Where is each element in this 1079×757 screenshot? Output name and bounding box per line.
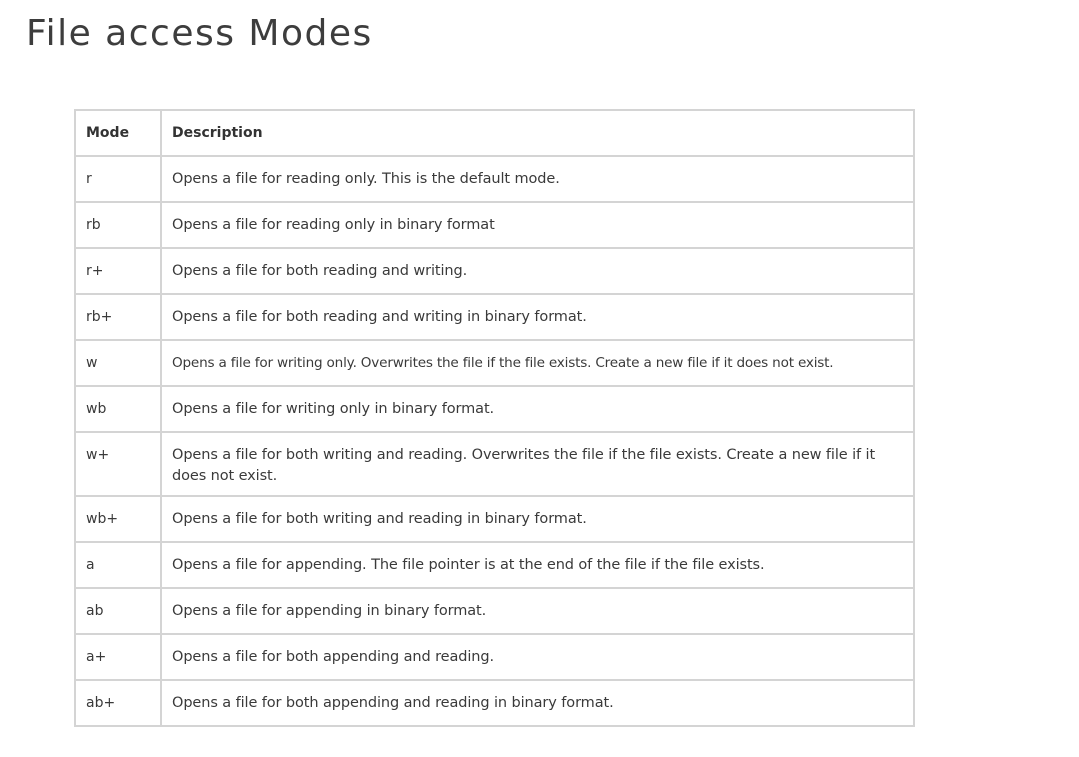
description-cell: Opens a file for both appending and read… xyxy=(160,633,915,681)
table-row: ab Opens a file for appending in binary … xyxy=(74,587,915,635)
description-cell: Opens a file for appending in binary for… xyxy=(160,587,915,635)
description-cell: Opens a file for appending. The file poi… xyxy=(160,541,915,589)
table-header-row: Mode Description xyxy=(74,109,915,157)
mode-cell: w xyxy=(74,339,162,387)
table-row: ab+ Opens a file for both appending and … xyxy=(74,679,915,727)
table-row: w+ Opens a file for both writing and rea… xyxy=(74,431,915,497)
mode-cell: ab+ xyxy=(74,679,162,727)
description-cell: Opens a file for both reading and writin… xyxy=(160,247,915,295)
file-modes-table: Mode Description r Opens a file for read… xyxy=(74,109,915,727)
mode-column-header: Mode xyxy=(74,109,162,157)
mode-cell: wb+ xyxy=(74,495,162,543)
description-cell: Opens a file for both writing and readin… xyxy=(160,431,915,497)
description-column-header: Description xyxy=(160,109,915,157)
table-row: rb+ Opens a file for both reading and wr… xyxy=(74,293,915,341)
mode-cell: r+ xyxy=(74,247,162,295)
table-row: wb Opens a file for writing only in bina… xyxy=(74,385,915,433)
table-row: r+ Opens a file for both reading and wri… xyxy=(74,247,915,295)
mode-cell: ab xyxy=(74,587,162,635)
mode-cell: a xyxy=(74,541,162,589)
table-row: wb+ Opens a file for both writing and re… xyxy=(74,495,915,543)
description-cell: Opens a file for both reading and writin… xyxy=(160,293,915,341)
description-cell: Opens a file for writing only in binary … xyxy=(160,385,915,433)
description-cell: Opens a file for both writing and readin… xyxy=(160,495,915,543)
mode-cell: a+ xyxy=(74,633,162,681)
table-row: w Opens a file for writing only. Overwri… xyxy=(74,339,915,387)
description-cell: Opens a file for both appending and read… xyxy=(160,679,915,727)
table-row: r Opens a file for reading only. This is… xyxy=(74,155,915,203)
description-cell: Opens a file for reading only. This is t… xyxy=(160,155,915,203)
table-row: a Opens a file for appending. The file p… xyxy=(74,541,915,589)
page-title: File access Modes xyxy=(26,13,373,54)
mode-cell: rb xyxy=(74,201,162,249)
mode-cell: w+ xyxy=(74,431,162,497)
mode-cell: rb+ xyxy=(74,293,162,341)
table-row: a+ Opens a file for both appending and r… xyxy=(74,633,915,681)
description-cell: Opens a file for writing only. Overwrite… xyxy=(160,339,915,387)
mode-cell: wb xyxy=(74,385,162,433)
table-row: rb Opens a file for reading only in bina… xyxy=(74,201,915,249)
mode-cell: r xyxy=(74,155,162,203)
description-cell: Opens a file for reading only in binary … xyxy=(160,201,915,249)
